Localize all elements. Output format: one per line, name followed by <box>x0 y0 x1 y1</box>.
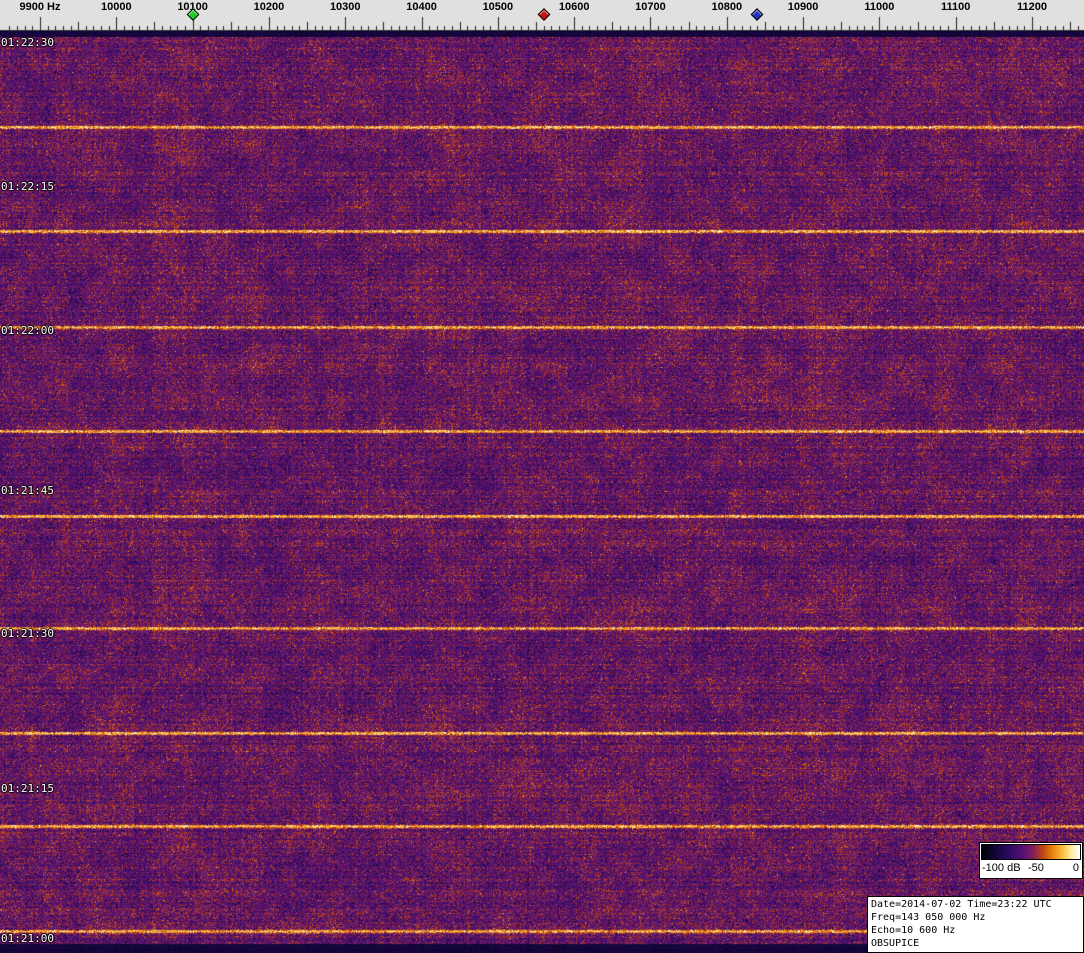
color-scale-min-label: -100 dB <box>982 862 1021 874</box>
freq-tick-label: 10400 <box>406 1 437 13</box>
info-date-line: Date=2014-07-02 Time=23:22 UTC <box>871 899 1052 910</box>
freq-tick-label: 11000 <box>864 1 895 13</box>
spectrogram-canvas[interactable] <box>0 31 1084 953</box>
spectrogram[interactable]: 01:22:30 01:22:15 01:22:00 01:21:45 01:21:30… <box>0 31 1084 953</box>
freq-tick-label: 10300 <box>329 1 361 13</box>
freq-tick-label: 10700 <box>635 1 666 13</box>
info-echo-line: Echo=10 600 Hz <box>871 925 956 936</box>
freq-tick-label: 11200 <box>1017 1 1048 13</box>
color-scale: -100 dB -50 0 <box>979 842 1083 879</box>
freq-tick-label: 10600 <box>558 1 590 13</box>
freq-tick-label: 10200 <box>253 1 285 13</box>
color-scale-labels: -100 dB -50 0 <box>980 862 1082 878</box>
color-scale-max-label: 0 <box>1072 862 1079 874</box>
info-station-line: OBSUPICE <box>871 938 920 949</box>
freq-tick-label: 10800 <box>711 1 743 13</box>
color-scale-gradient <box>981 844 1081 860</box>
freq-tick-label: 10900 <box>787 1 819 13</box>
freq-tick-label: 11100 <box>941 1 971 13</box>
color-scale-mid-label: -50 <box>1028 862 1044 874</box>
frequency-ruler[interactable]: 9900 Hz100001010010200103001040010500106… <box>0 0 1084 31</box>
freq-tick-label: 10500 <box>482 1 514 13</box>
info-box: Date=2014-07-02 Time=23:22 UTC Freq=143 … <box>867 896 1084 953</box>
info-freq-line: Freq=143 050 000 Hz <box>871 912 986 923</box>
freq-tick-label: 9900 Hz <box>19 1 61 13</box>
freq-tick-label: 10000 <box>101 1 132 13</box>
